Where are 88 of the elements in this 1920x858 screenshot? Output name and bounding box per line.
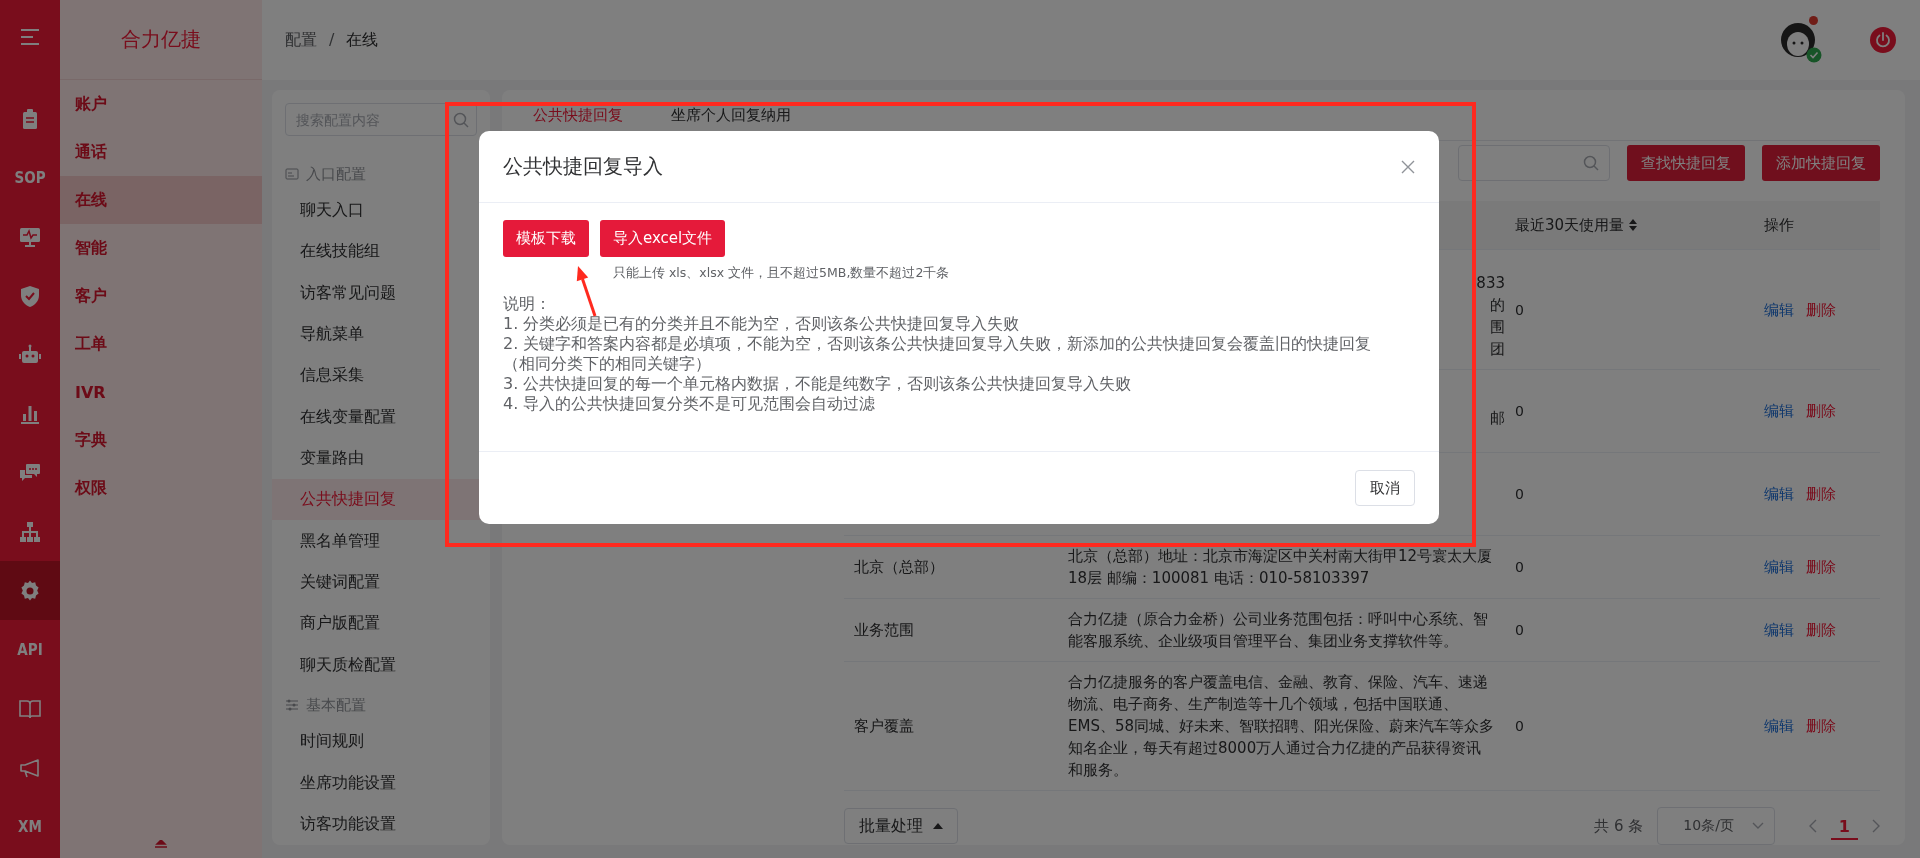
modal-button[interactable]: 导入excel文件 xyxy=(600,220,726,257)
rail-item[interactable]: SOP xyxy=(0,148,60,207)
table-cell: 北京（总部） xyxy=(854,558,944,576)
row-action-link[interactable]: 编辑 xyxy=(1764,400,1794,422)
table-cell: 客户覆盖 xyxy=(854,717,914,735)
table-cell: 0 xyxy=(1515,559,1524,575)
search-field[interactable] xyxy=(1458,145,1610,181)
modal-button[interactable]: 模板下载 xyxy=(503,220,589,257)
row-action-link[interactable]: 删除 xyxy=(1806,556,1836,578)
sliders-icon xyxy=(285,698,299,713)
nav-item[interactable]: 工单 xyxy=(60,320,262,368)
rail-item[interactable]: API xyxy=(0,620,60,679)
note-text: 1. 分类必须是已有的分类并且不能为空，否则该条公共快捷回复导入失败 xyxy=(503,314,1021,334)
nav-item[interactable]: IVR xyxy=(60,368,262,416)
menu-item[interactable]: 坐席功能设置 xyxy=(272,762,490,804)
org-chart-icon[interactable] xyxy=(18,519,42,544)
note-text: 2. 关键字和答案内容都是必填项，不能为空，否则该条公共快捷回复导入失败，新添加的公共快捷回复会覆盖旧的快捷回复（相同分类下的相同关键字） xyxy=(503,334,1373,374)
table-cell: 0 xyxy=(1515,718,1524,734)
table-cell: 0 xyxy=(1515,403,1524,419)
menu-item[interactable]: 关键词配置 xyxy=(272,561,490,604)
rail-item[interactable]: XM xyxy=(0,797,60,856)
menu-item[interactable]: 黑名单管理 xyxy=(272,520,490,562)
menu-item[interactable]: 聊天质检配置 xyxy=(272,644,490,686)
row-action-link[interactable]: 编辑 xyxy=(1764,619,1794,641)
table-cell: 833 xyxy=(1476,274,1505,292)
row-action-link[interactable]: 编辑 xyxy=(1764,556,1794,578)
table-cell: 0 xyxy=(1515,486,1524,502)
table-cell: 的 xyxy=(1490,296,1505,314)
note-text: 3. 公共快捷回复的每一个单元格内数据，不能是纯数字，否则该条公共快捷回复导入失败 xyxy=(503,374,1133,394)
batch-button[interactable]: 批量处理 xyxy=(844,808,958,844)
chevron-left-icon[interactable] xyxy=(1808,819,1817,833)
breadcrumb-separator: / xyxy=(329,29,335,51)
collapse-icon xyxy=(154,840,168,848)
row-action-link[interactable]: 编辑 xyxy=(1764,715,1794,737)
action-button[interactable]: 查找快捷回复 xyxy=(1627,145,1745,181)
search-icon xyxy=(453,112,469,128)
nav-item[interactable]: 客户 xyxy=(60,272,262,320)
table-cell: 合力亿捷服务的客户覆盖电信、金融、教育、保险、汽车、速递物流、电子商务、生产制造等十几个领域，包括中国联通、EMS、58同城、好未来、智联招聘、阳光保险、蔚来汽车等众多知名企业，每天有超过8000万人通过合力亿捷的产品获得资讯和服务。 xyxy=(1068,673,1495,779)
menu-item[interactable]: 时间规则 xyxy=(272,721,490,763)
table-cell: 团 xyxy=(1490,340,1505,358)
chevron-down-icon xyxy=(1751,822,1764,830)
caret-up-icon xyxy=(933,823,943,829)
avatar-icon xyxy=(1778,20,1818,60)
sort-icon[interactable] xyxy=(1628,218,1639,232)
close-icon[interactable] xyxy=(1401,159,1415,174)
table-cell: 业务范围 xyxy=(854,621,914,639)
settings-icon[interactable] xyxy=(18,578,42,603)
table-cell: 围 xyxy=(1490,318,1505,336)
nav-item[interactable]: 账户 xyxy=(60,80,262,128)
nav-item[interactable]: 在线 xyxy=(60,176,262,224)
nav-item[interactable]: 字典 xyxy=(60,416,262,464)
menu-item[interactable]: 商户版配置 xyxy=(272,603,490,645)
row-action-link[interactable]: 删除 xyxy=(1806,715,1836,737)
table-cell: 邮 xyxy=(1490,408,1505,427)
brand-title: 合力亿捷 xyxy=(121,26,201,53)
tab[interactable]: 公共快捷回复 xyxy=(533,93,623,137)
modal-title: 公共快捷回复导入 xyxy=(503,153,664,180)
nav-item[interactable]: 智能 xyxy=(60,224,262,272)
nav-item[interactable]: 通话 xyxy=(60,128,262,176)
search-icon xyxy=(1583,155,1599,171)
shield-icon[interactable] xyxy=(18,283,42,308)
row-action-link[interactable]: 删除 xyxy=(1806,400,1836,422)
page-size-select[interactable]: 10条/页 xyxy=(1657,807,1775,845)
row-action-link[interactable]: 删除 xyxy=(1806,483,1836,505)
chevron-right-icon[interactable] xyxy=(1872,819,1880,833)
column-header: 操作 xyxy=(1764,215,1794,236)
row-action-link[interactable]: 删除 xyxy=(1806,298,1836,321)
row-action-link[interactable]: 删除 xyxy=(1806,619,1836,641)
notes-title: 说明： xyxy=(503,294,552,314)
row-action-link[interactable]: 编辑 xyxy=(1764,483,1794,505)
menu-item[interactable]: 访客功能设置 xyxy=(272,803,490,845)
note-text: 4. 导入的公共快捷回复分类不是可见范围会自动过滤 xyxy=(503,394,877,414)
column-header: 最近30天使用量 xyxy=(1515,215,1625,236)
card-icon xyxy=(285,167,299,182)
table-cell: 0 xyxy=(1515,622,1524,638)
breadcrumb-item[interactable]: 配置 xyxy=(285,29,317,51)
upload-hint: 只能上传 xls、xlsx 文件，且不超过5MB,数量不超过2千条 xyxy=(613,265,951,282)
total-count: 共 6 条 xyxy=(1594,816,1644,836)
power-icon[interactable] xyxy=(1870,27,1896,53)
nav-item[interactable]: 权限 xyxy=(60,464,262,512)
action-button[interactable]: 添加快捷回复 xyxy=(1762,145,1880,181)
table-cell: 0 xyxy=(1515,301,1524,318)
table-cell: 北京（总部）地址：北京市海淀区中关村南大街甲12号寰太大厦18层 邮编：100081 电话：010-58103397 xyxy=(1068,547,1493,587)
page-number[interactable]: 1 xyxy=(1830,812,1858,840)
row-action-link[interactable]: 编辑 xyxy=(1764,298,1794,321)
table-cell: 合力亿捷（原合力金桥）公司业务范围包括：呼叫中心系统、智能客服系统、企业级项目管理平台、集团业务支撑软件等。 xyxy=(1068,610,1488,650)
cancel-button[interactable]: 取消 xyxy=(1355,470,1415,506)
breadcrumb-item[interactable]: 在线 xyxy=(346,29,379,51)
